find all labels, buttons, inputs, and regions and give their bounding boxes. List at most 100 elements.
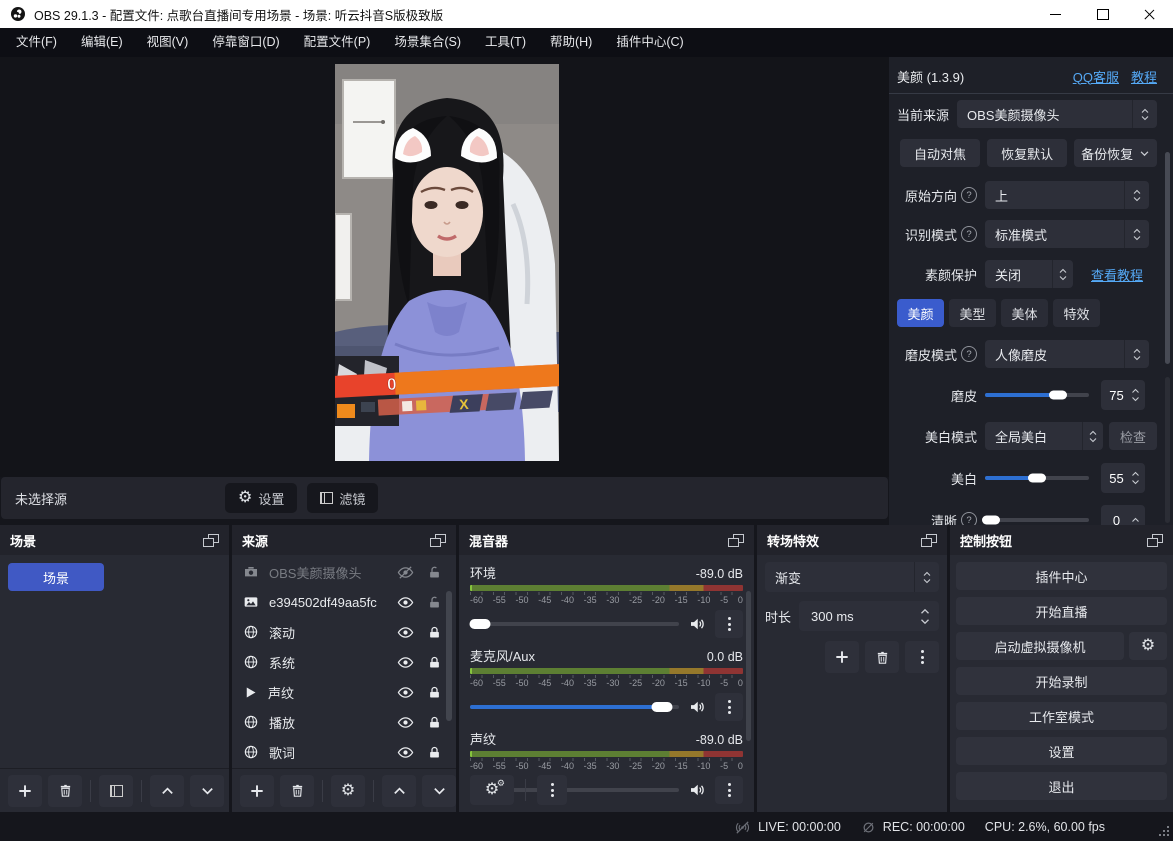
channel-menu-button[interactable] <box>715 693 743 721</box>
move-scene-up-button[interactable] <box>150 775 184 807</box>
lock-icon[interactable] <box>427 625 442 640</box>
source-row[interactable]: 声纹 <box>232 677 456 707</box>
menu-view[interactable]: 视图(V) <box>135 28 201 57</box>
speaker-icon[interactable] <box>688 698 706 716</box>
visibility-icon[interactable] <box>397 624 414 641</box>
minimize-button[interactable] <box>1032 0 1079 28</box>
qq-support-link[interactable]: QQ客服 <box>1073 67 1119 86</box>
popout-icon[interactable] <box>1147 534 1163 547</box>
channel-menu-button[interactable] <box>715 610 743 638</box>
check-button[interactable]: 检查 <box>1109 422 1157 450</box>
preview-video[interactable]: 0 X <box>335 64 559 461</box>
lock-icon[interactable] <box>427 745 442 760</box>
menu-profile[interactable]: 配置文件(P) <box>292 28 383 57</box>
remove-scene-button[interactable] <box>48 775 82 807</box>
menu-docks[interactable]: 停靠窗口(D) <box>200 28 291 57</box>
resize-grip[interactable] <box>1159 826 1169 836</box>
menu-tools[interactable]: 工具(T) <box>473 28 538 57</box>
speaker-icon[interactable] <box>688 615 706 633</box>
smooth-spinbox[interactable]: 75 <box>1101 380 1145 410</box>
menu-scene-collection[interactable]: 场景集合(S) <box>382 28 473 57</box>
visibility-icon[interactable] <box>397 594 414 611</box>
white-spinbox[interactable]: 55 <box>1101 463 1145 493</box>
remove-source-button[interactable] <box>280 775 314 807</box>
source-row[interactable]: e394502df49aa5fc <box>232 587 456 617</box>
mixer-menu-button[interactable] <box>537 775 567 805</box>
transition-select[interactable]: 渐变 <box>765 562 939 592</box>
orientation-select[interactable]: 上 <box>985 181 1149 209</box>
move-source-up-button[interactable] <box>382 775 416 807</box>
lock-open-icon[interactable] <box>427 595 442 610</box>
scrollbar-track[interactable] <box>1165 377 1170 523</box>
tab-beauty[interactable]: 美颜 <box>897 299 944 327</box>
clarity-spinbox[interactable]: 0 <box>1101 505 1145 525</box>
menu-edit[interactable]: 编辑(E) <box>69 28 135 57</box>
move-scene-down-button[interactable] <box>190 775 224 807</box>
restore-default-button[interactable]: 恢复默认 <box>987 139 1067 167</box>
recognition-mode-select[interactable]: 标准模式 <box>985 220 1149 248</box>
tab-reshape[interactable]: 美型 <box>949 299 996 327</box>
source-row[interactable]: OBS美颜摄像头 <box>232 557 456 587</box>
view-tutorial-link[interactable]: 查看教程 <box>1091 265 1143 284</box>
visibility-icon[interactable] <box>397 654 414 671</box>
white-slider[interactable] <box>985 476 1089 480</box>
smooth-slider[interactable] <box>985 393 1089 397</box>
menu-file[interactable]: 文件(F) <box>4 28 69 57</box>
add-transition-button[interactable] <box>825 641 859 673</box>
source-row[interactable]: 系统 <box>232 647 456 677</box>
visibility-icon[interactable] <box>397 714 414 731</box>
speaker-icon[interactable] <box>688 781 706 799</box>
add-scene-button[interactable] <box>8 775 42 807</box>
scrollbar-thumb[interactable] <box>446 591 452 721</box>
studio-mode-button[interactable]: 工作室模式 <box>956 702 1167 730</box>
source-row[interactable]: 播放 <box>232 707 456 737</box>
scene-item-selected[interactable]: 场景 <box>8 563 104 591</box>
move-source-down-button[interactable] <box>422 775 456 807</box>
scrollbar-thumb[interactable] <box>746 591 751 741</box>
visibility-icon[interactable] <box>397 744 414 761</box>
clarity-slider[interactable] <box>985 518 1089 522</box>
tutorial-link[interactable]: 教程 <box>1131 67 1157 86</box>
slider-thumb[interactable] <box>1049 391 1067 400</box>
settings-button[interactable]: 设置 <box>956 737 1167 765</box>
tab-body[interactable]: 美体 <box>1001 299 1048 327</box>
lock-icon[interactable] <box>427 685 442 700</box>
advanced-audio-button[interactable]: ⚙ ⚙ <box>470 775 514 805</box>
popout-icon[interactable] <box>728 534 744 547</box>
current-source-select[interactable]: OBS美颜摄像头 <box>957 100 1157 128</box>
source-settings-button[interactable]: ⚙ 设置 <box>225 483 297 513</box>
volume-slider[interactable] <box>470 705 679 709</box>
start-streaming-button[interactable]: 开始直播 <box>956 597 1167 625</box>
source-row[interactable]: 滚动 <box>232 617 456 647</box>
lock-icon[interactable] <box>427 715 442 730</box>
start-virtual-camera-button[interactable]: 启动虚拟摄像机 <box>956 632 1124 660</box>
remove-transition-button[interactable] <box>865 641 899 673</box>
transition-properties-button[interactable] <box>905 641 939 673</box>
help-icon[interactable]: ? <box>961 346 977 362</box>
smooth-mode-select[interactable]: 人像磨皮 <box>985 340 1149 368</box>
autofocus-button[interactable]: 自动对焦 <box>900 139 980 167</box>
slider-thumb[interactable] <box>470 619 491 629</box>
maximize-button[interactable] <box>1079 0 1126 28</box>
source-row[interactable]: 歌词 <box>232 737 456 767</box>
slider-thumb[interactable] <box>982 516 1000 525</box>
visibility-icon[interactable] <box>397 684 414 701</box>
volume-slider[interactable] <box>470 622 679 626</box>
channel-menu-button[interactable] <box>715 776 743 804</box>
tab-effects[interactable]: 特效 <box>1053 299 1100 327</box>
white-mode-select[interactable]: 全局美白 <box>985 422 1103 450</box>
backup-restore-button[interactable]: 备份恢复 <box>1074 139 1157 167</box>
help-icon[interactable]: ? <box>961 512 977 525</box>
popout-icon[interactable] <box>921 534 937 547</box>
preview-canvas[interactable]: 0 X <box>0 57 889 477</box>
virtual-camera-settings-button[interactable]: ⚙ <box>1129 632 1167 660</box>
slider-thumb[interactable] <box>1028 474 1046 483</box>
duration-spinbox[interactable]: 300 ms <box>799 601 939 631</box>
help-icon[interactable]: ? <box>961 187 977 203</box>
help-icon[interactable]: ? <box>961 226 977 242</box>
scrollbar-thumb[interactable] <box>1165 152 1170 364</box>
plugin-center-button[interactable]: 插件中心 <box>956 562 1167 590</box>
lock-icon[interactable] <box>427 655 442 670</box>
visibility-hidden-icon[interactable] <box>397 564 414 581</box>
menu-plugin-center[interactable]: 插件中心(C) <box>604 28 695 57</box>
